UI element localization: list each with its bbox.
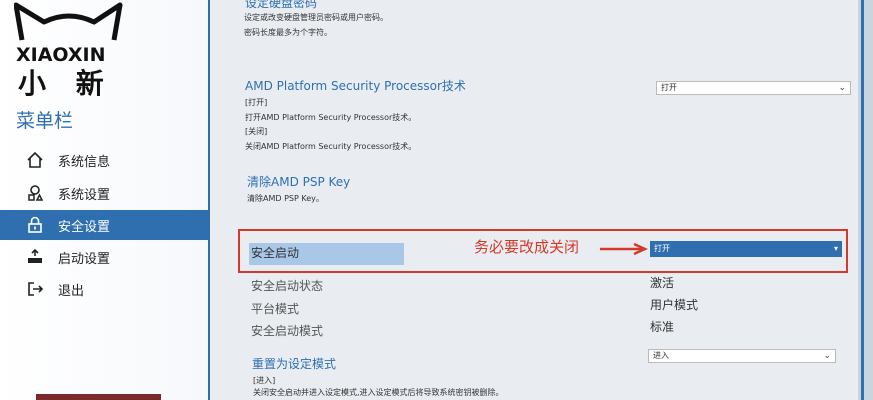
sidebar-item-label: 系统设置 bbox=[58, 187, 111, 203]
sidebar-item-system-settings[interactable]: 系统设置 bbox=[0, 178, 210, 208]
sidebar: XIAOXIN 小 新 菜单栏 系统信息 系统设置 安全设置 启动设置 退出 bbox=[0, 0, 210, 400]
reset-setup-select[interactable]: 进入 ⌄ bbox=[648, 349, 836, 363]
amd-psp-option-on: [打开] bbox=[245, 98, 268, 107]
amd-psp-desc-off: 关闭AMD Platform Security Processor技术。 bbox=[245, 142, 417, 151]
reset-setup-option: [进入] bbox=[253, 376, 276, 385]
exit-icon bbox=[24, 278, 46, 300]
sidebar-item-exit[interactable]: 退出 bbox=[0, 274, 210, 304]
chevron-down-icon: ⌄ bbox=[823, 351, 831, 361]
home-icon bbox=[24, 149, 46, 171]
reset-setup-desc: 关闭安全启动并进入设定模式,进入设定模式后将导致系统密钥被删除。 bbox=[253, 388, 504, 397]
disk-password-desc-1: 设定或改变硬盘管理员密码或用户密码。 bbox=[244, 13, 388, 22]
sidebar-item-label: 系统信息 bbox=[58, 154, 111, 170]
clear-psp-key-title[interactable]: 清除AMD PSP Key bbox=[247, 173, 350, 190]
chevron-down-icon: ⌄ bbox=[838, 83, 846, 93]
amd-psp-option-off: [关闭] bbox=[245, 127, 268, 136]
secure-boot-status-label: 安全启动状态 bbox=[251, 279, 324, 293]
annotation-arrow-icon bbox=[600, 242, 648, 256]
sidebar-item-label: 启动设置 bbox=[58, 251, 111, 267]
disk-password-title: 设定硬盘密码 bbox=[245, 0, 318, 10]
sidebar-item-security-settings[interactable]: 安全设置 bbox=[0, 210, 210, 240]
sidebar-item-label: 安全设置 bbox=[58, 219, 111, 235]
sidebar-item-label: 退出 bbox=[58, 283, 85, 299]
bottom-image bbox=[36, 394, 161, 400]
amd-psp-desc-on: 打开AMD Platform Security Processor技术。 bbox=[245, 113, 417, 122]
amd-psp-select[interactable]: 打开 ⌄ bbox=[656, 81, 851, 95]
menu-title: 菜单栏 bbox=[16, 110, 74, 132]
brand-logo-cn: 小 新 bbox=[18, 67, 114, 100]
secure-boot-mode-value: 标准 bbox=[650, 320, 675, 334]
settings-icon bbox=[24, 182, 46, 204]
amd-psp-select-value: 打开 bbox=[661, 83, 677, 92]
reset-setup-mode-title[interactable]: 重置为设定模式 bbox=[252, 355, 336, 372]
amd-psp-title[interactable]: AMD Platform Security Processor技术 bbox=[245, 77, 466, 94]
sidebar-item-system-info[interactable]: 系统信息 bbox=[0, 145, 210, 175]
sidebar-item-boot-settings[interactable]: 启动设置 bbox=[0, 242, 210, 272]
lock-icon bbox=[24, 214, 46, 236]
platform-mode-value: 用户模式 bbox=[650, 298, 699, 312]
disk-password-desc-2: 密码长度最多为个字符。 bbox=[244, 28, 332, 37]
scrollbar-track[interactable] bbox=[858, 0, 873, 400]
annotation-text: 务必要改成关闭 bbox=[474, 238, 580, 256]
scrollbar-thumb[interactable] bbox=[861, 0, 864, 400]
secure-boot-status-value: 激活 bbox=[650, 276, 675, 290]
boot-icon bbox=[24, 246, 46, 268]
secure-boot-mode-label: 安全启动模式 bbox=[251, 324, 324, 338]
platform-mode-label: 平台模式 bbox=[251, 302, 300, 316]
reset-setup-select-value: 进入 bbox=[653, 351, 669, 360]
clear-psp-key-desc: 清除AMD PSP Key。 bbox=[247, 194, 324, 203]
